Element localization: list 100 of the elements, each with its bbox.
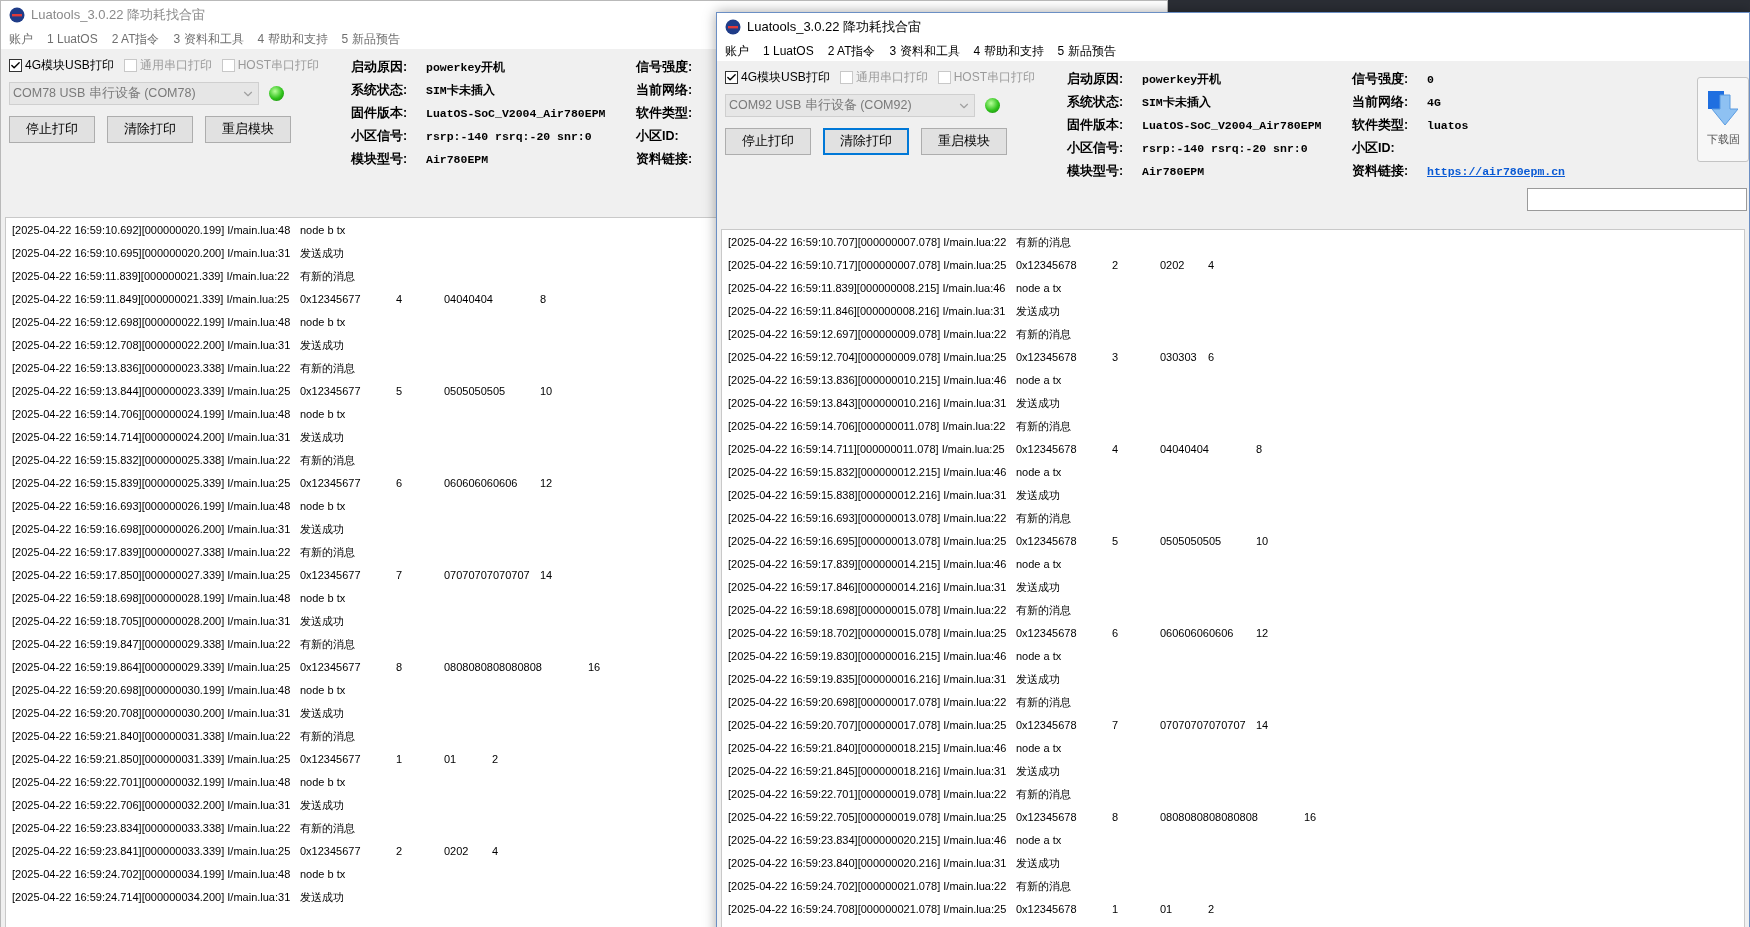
log-line: [2025-04-22 16:59:24.702][000000021.078] I/main.lua:22 有新的消息 — [727, 879, 1071, 894]
log-line: [2025-04-22 16:59:23.841][000000033.339] I/main.lua:25 0x12345677 2 0202 4 — [11, 844, 499, 859]
log-line: [2025-04-22 16:59:16.693][000000013.078] I/main.lua:22 有新的消息 — [727, 511, 1071, 526]
info-value: rsrp:-140 rsrq:-20 snr:0 — [1142, 140, 1309, 157]
log-line: [2025-04-22 16:59:21.840][000000031.338] I/main.lua:22 有新的消息 — [11, 729, 355, 744]
log-line: [2025-04-22 16:59:20.707][000000017.078] I/main.lua:25 0x12345678 7 07070707070707 14 — [727, 718, 1269, 733]
log-line: [2025-04-22 16:59:10.692][000000020.199] I/main.lua:48 node b tx — [11, 223, 346, 238]
log-line: [2025-04-22 16:59:18.702][000000015.078] I/main.lua:25 0x12345678 6 060606060606 12 — [727, 626, 1269, 641]
log-line: [2025-04-22 16:59:11.839][000000021.339] I/main.lua:22 有新的消息 — [11, 269, 355, 284]
info-label: 资料链接: — [1352, 163, 1410, 181]
menu-item[interactable]: 5 新品预告 — [1057, 42, 1116, 60]
log-line: [2025-04-22 16:59:11.839][000000008.215] I/main.lua:46 node a tx — [727, 281, 1062, 296]
info-label: 模块型号: — [351, 151, 409, 169]
info-label: 当前网络: — [1352, 94, 1410, 112]
info-label: 系统状态: — [351, 82, 409, 100]
log-line: [2025-04-22 16:59:19.864][000000029.339] I/main.lua:25 0x12345677 8 0808080808080808 16 — [11, 660, 601, 675]
input-field[interactable] — [1527, 188, 1747, 211]
log-line: [2025-04-22 16:59:17.839][000000027.338] I/main.lua:22 有新的消息 — [11, 545, 355, 560]
action-button[interactable]: 停止打印 — [725, 128, 811, 155]
info-label: 系统状态: — [1067, 94, 1125, 112]
info-value: powerkey开机 — [1142, 71, 1223, 88]
info-label: 资料链接: — [636, 151, 694, 169]
info-label: 启动原因: — [351, 58, 409, 77]
log-line: [2025-04-22 16:59:13.843][000000010.216] I/main.lua:31 发送成功 — [727, 396, 1060, 411]
menu-item[interactable]: 1 LuatOS — [763, 42, 814, 60]
action-button[interactable]: 清除打印 — [107, 116, 193, 143]
menu-item[interactable]: 1 LuatOS — [47, 30, 98, 48]
log-line: [2025-04-22 16:59:15.832][000000012.215] I/main.lua:46 node a tx — [727, 465, 1062, 480]
menu-item[interactable]: 2 AT指令 — [827, 42, 876, 60]
menu-item[interactable]: 3 资料和工具 — [173, 30, 244, 48]
action-button[interactable]: 重启模块 — [205, 116, 291, 143]
info-value: Air780EPM — [426, 151, 490, 168]
log-line: [2025-04-22 16:59:18.698][000000015.078] I/main.lua:22 有新的消息 — [727, 603, 1071, 618]
menu-item[interactable]: 4 帮助和支持 — [257, 30, 328, 48]
log-line: [2025-04-22 16:59:17.846][000000014.216] I/main.lua:31 发送成功 — [727, 580, 1060, 595]
log-line: [2025-04-22 16:59:10.695][000000020.200] I/main.lua:31 发送成功 — [11, 246, 344, 261]
menu-item[interactable]: 4 帮助和支持 — [973, 42, 1044, 60]
info-label: 信号强度: — [636, 58, 694, 77]
download-icon — [1708, 91, 1738, 126]
log-line: [2025-04-22 16:59:24.714][000000034.200] I/main.lua:31 发送成功 — [11, 890, 344, 905]
app-logo-icon — [725, 19, 741, 35]
log-line: [2025-04-22 16:59:15.832][000000025.338] I/main.lua:22 有新的消息 — [11, 453, 355, 468]
log-line: [2025-04-22 16:59:19.835][000000016.216] I/main.lua:31 发送成功 — [727, 672, 1060, 687]
checkmark-icon — [726, 71, 737, 83]
menu-item[interactable]: 2 AT指令 — [111, 30, 160, 48]
log-line: [2025-04-22 16:59:17.850][000000027.339] I/main.lua:25 0x12345677 7 07070707070707 14 — [11, 568, 553, 583]
menu-item[interactable]: 3 资料和工具 — [889, 42, 960, 60]
menu-item[interactable]: 账户 — [725, 42, 749, 60]
info-value: Air780EPM — [1142, 163, 1206, 180]
info-label: 当前网络: — [636, 82, 694, 100]
info-value: rsrp:-140 rsrq:-20 snr:0 — [426, 128, 593, 145]
info-label: 固件版本: — [351, 105, 409, 123]
log-line: [2025-04-22 16:59:24.702][000000034.199] I/main.lua:48 node b tx — [11, 867, 346, 882]
print-option-checkbox[interactable]: 4G模块USB打印 — [9, 56, 114, 74]
log-line: [2025-04-22 16:59:21.850][000000031.339] I/main.lua:25 0x12345677 1 01 2 — [11, 752, 499, 767]
log-line: [2025-04-22 16:59:10.707][000000007.078] I/main.lua:22 有新的消息 — [727, 235, 1071, 250]
download-firmware-button[interactable]: 下载固 — [1697, 77, 1749, 162]
log-line: [2025-04-22 16:59:12.697][000000009.078] I/main.lua:22 有新的消息 — [727, 327, 1071, 342]
log-line: [2025-04-22 16:59:14.706][000000011.078] I/main.lua:22 有新的消息 — [727, 419, 1071, 434]
log-line: [2025-04-22 16:59:23.840][000000020.216] I/main.lua:31 发送成功 — [727, 856, 1060, 871]
info-label: 固件版本: — [1067, 117, 1125, 135]
log-line: [2025-04-22 16:59:21.845][000000018.216] I/main.lua:31 发送成功 — [727, 764, 1060, 779]
menu-item[interactable]: 账户 — [9, 30, 33, 48]
log-line: [2025-04-22 16:59:16.695][000000013.078] I/main.lua:25 0x12345678 5 0505050505 10 — [727, 534, 1269, 549]
info-label: 小区ID: — [636, 128, 680, 146]
log-line: [2025-04-22 16:59:12.698][000000022.199] I/main.lua:48 node b tx — [11, 315, 346, 330]
app-logo-icon — [9, 7, 25, 23]
info-label: 小区ID: — [1352, 140, 1396, 158]
log-line: [2025-04-22 16:59:23.834][000000020.215] I/main.lua:46 node a tx — [727, 833, 1062, 848]
menu-item[interactable]: 5 新品预告 — [341, 30, 400, 48]
log-line: [2025-04-22 16:59:19.830][000000016.215] I/main.lua:46 node a tx — [727, 649, 1062, 664]
log-line: [2025-04-22 16:59:14.706][000000024.199] I/main.lua:48 node b tx — [11, 407, 346, 422]
action-button[interactable]: 重启模块 — [921, 128, 1007, 155]
info-value: LuatOS-SoC_V2004_Air780EPM — [426, 105, 607, 122]
log-line: [2025-04-22 16:59:16.693][000000026.199] I/main.lua:48 node b tx — [11, 499, 346, 514]
log-line: [2025-04-22 16:59:22.706][000000032.200] I/main.lua:31 发送成功 — [11, 798, 344, 813]
log-line: [2025-04-22 16:59:14.711][000000011.078] I/main.lua:25 0x12345678 4 04040404 8 — [727, 442, 1263, 457]
info-value: SIM卡未插入 — [426, 82, 496, 99]
log-line: [2025-04-22 16:59:18.705][000000028.200] I/main.lua:31 发送成功 — [11, 614, 344, 629]
info-label: 模块型号: — [1067, 163, 1125, 181]
log-line: [2025-04-22 16:59:13.836][000000023.338] I/main.lua:22 有新的消息 — [11, 361, 355, 376]
print-option-checkbox[interactable]: 4G模块USB打印 — [725, 68, 830, 86]
info-value: SIM卡未插入 — [1142, 94, 1212, 111]
info-value: 0 — [1427, 71, 1435, 88]
log-line: [2025-04-22 16:59:20.708][000000030.200] I/main.lua:31 发送成功 — [11, 706, 344, 721]
log-line: [2025-04-22 16:59:15.838][000000012.216] I/main.lua:31 发送成功 — [727, 488, 1060, 503]
info-value: powerkey开机 — [426, 59, 507, 76]
info-link[interactable]: https://air780epm.cn — [1427, 162, 1566, 181]
log-line: [2025-04-22 16:59:23.834][000000033.338] I/main.lua:22 有新的消息 — [11, 821, 355, 836]
log-line: [2025-04-22 16:59:15.839][000000025.339] I/main.lua:25 0x12345677 6 060606060606 12 — [11, 476, 553, 491]
log-line: [2025-04-22 16:59:20.698][000000017.078] I/main.lua:22 有新的消息 — [727, 695, 1071, 710]
info-label: 启动原因: — [1067, 70, 1125, 89]
action-button[interactable]: 停止打印 — [9, 116, 95, 143]
action-button[interactable]: 清除打印 — [823, 128, 909, 155]
info-label: 信号强度: — [1352, 70, 1410, 89]
window-title: Luatools_3.0.22 降功耗找合宙 — [747, 18, 922, 37]
log-line: [2025-04-22 16:59:11.849][000000021.339] I/main.lua:25 0x12345677 4 04040404 8 — [11, 292, 547, 307]
log-line: [2025-04-22 16:59:16.698][000000026.200] I/main.lua:31 发送成功 — [11, 522, 344, 537]
log-line: [2025-04-22 16:59:22.701][000000032.199] I/main.lua:48 node b tx — [11, 775, 346, 790]
log-line: [2025-04-22 16:59:24.708][000000021.078] I/main.lua:25 0x12345678 1 01 2 — [727, 902, 1215, 917]
